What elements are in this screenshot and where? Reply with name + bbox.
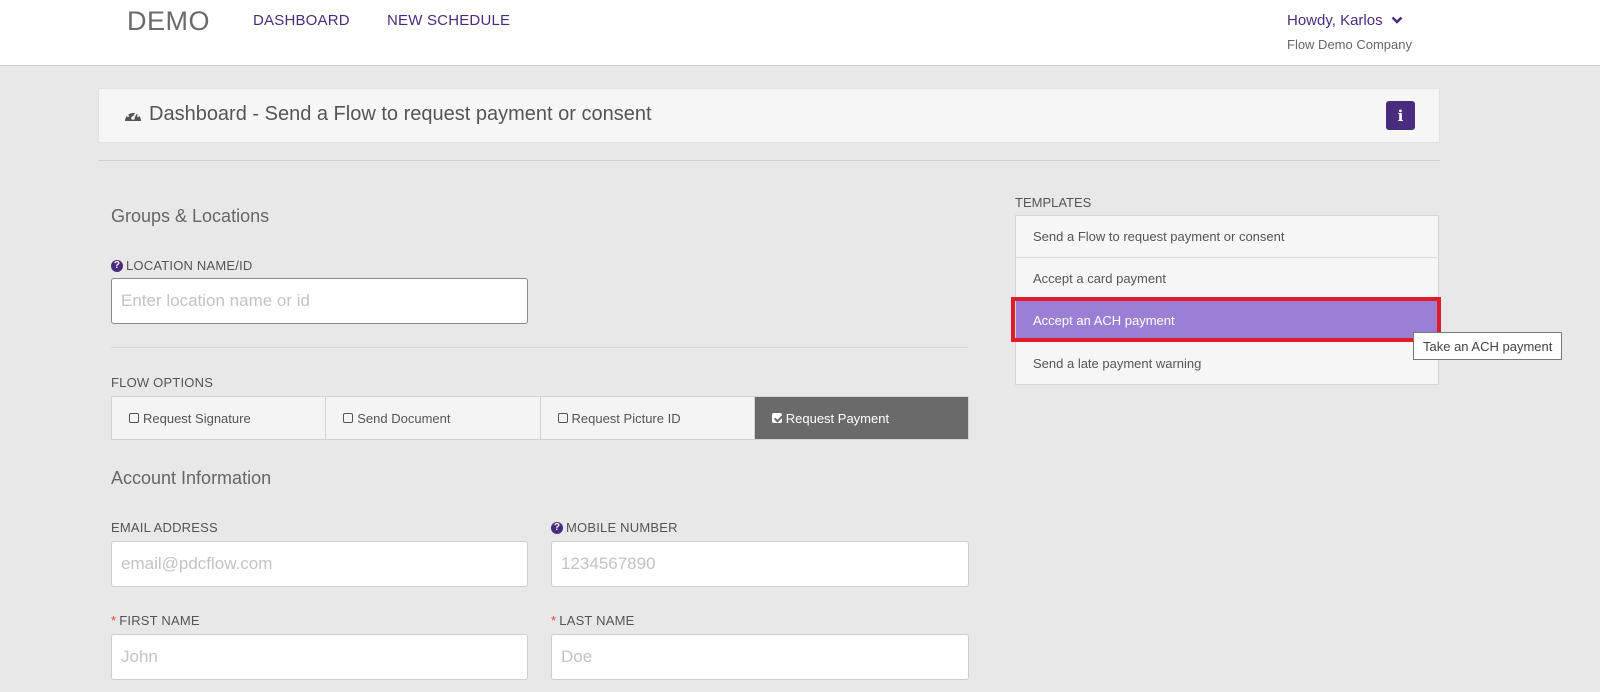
info-button[interactable]: i	[1386, 101, 1415, 130]
help-icon[interactable]: ?	[551, 521, 563, 534]
template-item[interactable]: Accept a card payment	[1016, 258, 1438, 300]
location-label: ? LOCATION NAME/ID	[111, 258, 252, 273]
nav-dashboard-link[interactable]: DASHBOARD	[253, 12, 350, 29]
tooltip: Take an ACH payment	[1413, 332, 1563, 360]
option-label: Request Signature	[143, 410, 251, 426]
checkbox-icon	[343, 413, 354, 423]
option-label: Request Picture ID	[571, 410, 681, 426]
brand-logo[interactable]: DEMO	[127, 6, 210, 37]
template-item-selected[interactable]: Accept an ACH payment	[1016, 300, 1438, 342]
mobile-label-text: MOBILE NUMBER	[566, 520, 678, 535]
location-input[interactable]	[111, 278, 528, 324]
template-item[interactable]: Send a Flow to request payment or consen…	[1016, 216, 1438, 258]
option-request-signature[interactable]: Request Signature	[112, 397, 327, 439]
first-name-label-text: FIRST NAME	[119, 613, 200, 628]
user-greeting: Howdy, Karlos	[1287, 12, 1383, 29]
first-name-label: * FIRST NAME	[111, 613, 200, 628]
templates-list: Send a Flow to request payment or consen…	[1015, 215, 1439, 385]
location-label-text: LOCATION NAME/ID	[126, 258, 253, 273]
user-menu[interactable]: Howdy, Karlos	[1287, 12, 1403, 29]
dashboard-header-panel: Dashboard - Send a Flow to request payme…	[98, 88, 1440, 143]
option-request-picture-id[interactable]: Request Picture ID	[540, 397, 755, 439]
divider	[111, 347, 968, 348]
page-title-text: Dashboard - Send a Flow to request payme…	[149, 103, 652, 125]
help-icon[interactable]: ?	[111, 259, 123, 272]
dashboard-gauge-icon	[125, 110, 141, 121]
template-item[interactable]: Send a late payment warning	[1016, 342, 1438, 384]
option-request-payment[interactable]: Request Payment	[754, 397, 968, 439]
nav-new-schedule-link[interactable]: NEW SCHEDULE	[387, 12, 510, 29]
company-name: Flow Demo Company	[1287, 37, 1412, 52]
groups-heading: Groups & Locations	[111, 206, 270, 226]
templates-label: TEMPLATES	[1015, 195, 1092, 210]
required-marker: *	[551, 613, 557, 628]
email-field[interactable]	[111, 541, 528, 587]
flow-options-label: FLOW OPTIONS	[111, 375, 214, 390]
flow-options-group: Request Signature Send Document Request …	[111, 396, 969, 440]
first-name-field[interactable]	[111, 634, 528, 680]
last-name-label-text: LAST NAME	[559, 613, 635, 628]
chevron-down-icon	[1391, 16, 1403, 24]
checkbox-icon	[129, 413, 139, 423]
required-marker: *	[111, 613, 117, 628]
checkbox-icon	[557, 413, 568, 423]
option-label: Send Document	[357, 410, 451, 426]
last-name-label: * LAST NAME	[551, 613, 635, 628]
option-send-document[interactable]: Send Document	[326, 397, 541, 439]
top-navbar: DEMO DASHBOARD NEW SCHEDULE Howdy, Karlo…	[0, 0, 1600, 66]
checkbox-checked-icon	[771, 413, 782, 423]
info-icon: i	[1397, 106, 1404, 125]
divider	[98, 160, 1440, 161]
mobile-field[interactable]	[551, 541, 969, 587]
last-name-field[interactable]	[551, 634, 969, 680]
mobile-label: ? MOBILE NUMBER	[551, 520, 678, 535]
account-heading: Account Information	[111, 468, 272, 488]
email-label: EMAIL ADDRESS	[111, 520, 218, 535]
page-title: Dashboard - Send a Flow to request payme…	[123, 103, 652, 126]
option-label: Request Payment	[785, 410, 890, 426]
